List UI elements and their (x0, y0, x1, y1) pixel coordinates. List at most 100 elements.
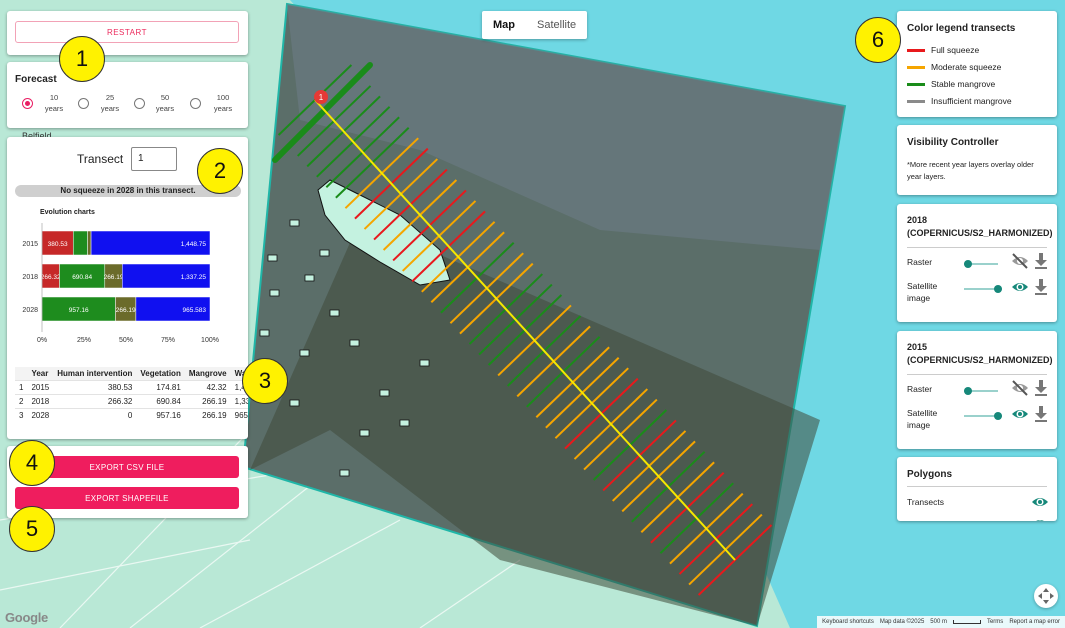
legend-label: Stable mangrove (931, 79, 996, 89)
tab-map[interactable]: Map (482, 11, 526, 39)
legend-label: Full squeeze (931, 45, 980, 55)
eye-icon[interactable] (1010, 278, 1030, 296)
layer-2015-raster-label: Raster (907, 384, 933, 394)
cell-vegetation: 174.81 (136, 380, 185, 395)
cell-mangrove: 266.19 (184, 408, 231, 422)
export-shapefile-button[interactable]: EXPORT SHAPEFILE (15, 487, 239, 509)
layer-2015-panel: 2015 (COPERNICUS/S2_HARMONIZED) Raster S… (897, 331, 1057, 449)
cell-year: 2028 (27, 408, 54, 422)
legend-item-full-squeeze: Full squeeze (907, 45, 979, 55)
x-tick-label: 50% (119, 337, 133, 344)
visibility-title: Visibility Controller (907, 137, 999, 148)
layer-2015-title: 2015 (COPERNICUS/S2_HARMONIZED) (907, 342, 1053, 365)
forecast-radio-100[interactable] (190, 98, 201, 109)
small-polygon (359, 429, 370, 437)
pan-control[interactable] (1034, 584, 1058, 608)
forecast-radio-50[interactable] (134, 98, 145, 109)
cell-human: 0 (53, 408, 137, 422)
callout-2: 2 (197, 148, 243, 194)
visibility-note: *More recent year layers overlay older y… (907, 160, 1034, 181)
bar-segment (87, 230, 92, 256)
forecast-radio-10[interactable] (22, 98, 33, 109)
legend-swatch (907, 82, 925, 86)
polygons-title: Polygons (907, 469, 953, 480)
callout-3: 3 (242, 358, 288, 404)
report-error-link[interactable]: Report a map error (1009, 619, 1060, 625)
col-year: Year (27, 367, 54, 381)
small-polygon (299, 349, 310, 357)
slider-knob[interactable] (994, 285, 1002, 293)
data-label: 957.16 (69, 307, 89, 314)
data-label: 1,337.25 (181, 274, 207, 281)
small-polygon (259, 329, 270, 337)
eye-off-icon[interactable] (1010, 379, 1030, 397)
small-polygon (304, 274, 315, 282)
small-polygon (329, 309, 340, 317)
keyboard-shortcuts-link[interactable]: Keyboard shortcuts (822, 619, 874, 625)
small-polygon (339, 469, 350, 477)
col-mangrove: Mangrove (184, 367, 231, 381)
col-human-intervention: Human intervention (53, 367, 137, 381)
forecast-radio-25[interactable] (78, 98, 89, 109)
tab-satellite[interactable]: Satellite (526, 11, 587, 39)
small-polygon (399, 419, 410, 427)
forecast-option-10: 10 years (44, 93, 64, 113)
download-icon[interactable] (1034, 405, 1048, 423)
callout-4: 4 (9, 440, 55, 486)
cell-mangrove: 266.19 (184, 394, 231, 409)
cell-human: 266.32 (53, 394, 137, 409)
data-label: 266.19 (104, 274, 124, 281)
layer-2015-raster-opacity-slider[interactable] (964, 387, 998, 395)
divider (907, 486, 1047, 487)
forecast-option-25: 25 years (100, 93, 120, 113)
slider-knob[interactable] (994, 412, 1002, 420)
slider-knob[interactable] (964, 260, 972, 268)
eye-icon[interactable] (1030, 515, 1050, 521)
download-icon[interactable] (1034, 278, 1048, 296)
download-icon[interactable] (1034, 252, 1048, 270)
layer-2018-raster-label: Raster (907, 257, 933, 267)
layer-2018-raster-opacity-slider[interactable] (964, 260, 998, 268)
forecast-title: Forecast (15, 74, 57, 85)
callout-5: 5 (9, 506, 55, 552)
download-icon[interactable] (1034, 379, 1048, 397)
legend-title: Color legend transects (907, 23, 1016, 34)
small-polygon (349, 339, 360, 347)
terms-link[interactable]: Terms (987, 619, 1003, 625)
visibility-panel: Visibility Controller *More recent year … (897, 125, 1057, 195)
data-label: 965.583 (183, 307, 207, 314)
cell-water: 965 (230, 408, 248, 422)
evolution-chart-title: Evolution charts (40, 209, 95, 216)
restart-panel: RESTART (7, 11, 248, 55)
marker-label: 1 (319, 93, 324, 102)
layer-2018-satellite-opacity-slider[interactable] (964, 285, 1002, 293)
table-row: 3 2028 0 957.16 266.19 965 (15, 408, 248, 422)
table-row: 2 2018 266.32 690.84 266.19 1,33 (15, 394, 248, 409)
cell-mangrove: 42.32 (184, 380, 231, 395)
restart-button[interactable]: RESTART (15, 21, 239, 43)
small-polygon (379, 389, 390, 397)
data-label: 690.84 (72, 274, 92, 281)
eye-icon[interactable] (1030, 493, 1050, 511)
layer-2015-satellite-opacity-slider[interactable] (964, 412, 1002, 420)
x-tick-label: 100% (201, 337, 219, 344)
col-vegetation: Vegetation (136, 367, 185, 381)
small-polygon (289, 219, 300, 227)
x-tick-label: 25% (77, 337, 91, 344)
transect-table: Year Human intervention Vegetation Mangr… (15, 367, 248, 422)
slider-knob[interactable] (964, 387, 972, 395)
eye-off-icon[interactable] (1010, 252, 1030, 270)
eye-icon[interactable] (1010, 405, 1030, 423)
scale-label: 500 m (930, 619, 947, 625)
cell-vegetation: 690.84 (136, 394, 185, 409)
evolution-chart: 2015 380.53 1,448.75 2018 266.32 690.84 266.19… (22, 223, 219, 344)
legend-swatch (907, 48, 925, 52)
cell-index: 3 (15, 408, 28, 422)
data-label: 266.32 (41, 274, 61, 281)
forecast-option-50: 50 years (155, 93, 175, 113)
legend-label: Insufficient mangrove (931, 96, 1012, 106)
bar-segment (72, 230, 88, 256)
transect-input[interactable]: 1 (131, 147, 177, 171)
col-index (15, 367, 28, 381)
y-tick-label: 2018 (22, 274, 38, 281)
